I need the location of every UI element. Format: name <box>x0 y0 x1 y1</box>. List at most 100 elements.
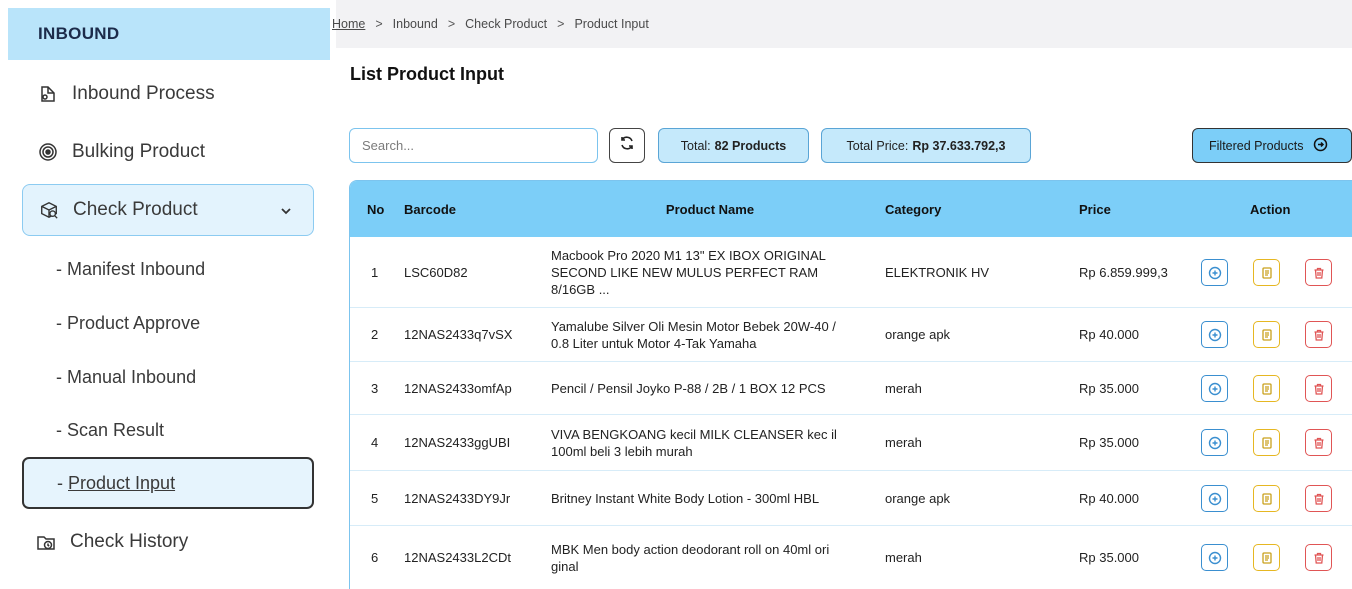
total-value: 82 Products <box>714 138 787 153</box>
cell-price: Rp 35.000 <box>1079 380 1139 396</box>
cell-price: Rp 35.000 <box>1079 550 1139 565</box>
document-icon <box>1260 492 1274 506</box>
column-header-product-name: Product Name <box>665 201 755 217</box>
detail-button[interactable] <box>1253 544 1280 571</box>
arrow-right-circle-icon <box>1313 137 1328 155</box>
cell-barcode: 12NAS2433omfAp <box>404 380 512 396</box>
delete-button[interactable] <box>1305 259 1332 286</box>
cell-barcode: 12NAS2433ggUBI <box>404 435 511 450</box>
document-icon <box>1260 551 1274 565</box>
column-header-barcode: Barcode <box>404 201 457 217</box>
package-search-icon <box>39 200 59 220</box>
breadcrumb-home[interactable]: Home <box>332 17 365 31</box>
plus-circle-icon <box>1208 266 1222 280</box>
add-button[interactable] <box>1201 485 1228 512</box>
sidebar-item-check-product[interactable]: Check Product <box>22 184 314 236</box>
sidebar-subitem-prefix: - <box>57 472 68 493</box>
detail-button[interactable] <box>1253 321 1280 348</box>
total-price-value: Rp 37.633.792,3 <box>912 138 1006 153</box>
detail-button[interactable] <box>1253 375 1280 402</box>
breadcrumb: Home > Inbound > Check Product > Product… <box>332 0 1352 48</box>
sidebar-header: INBOUND <box>8 8 330 60</box>
cell-product-name: Pencil / Pensil Joyko P-88 / 2B / 1 BOX … <box>551 380 826 396</box>
table-row: 2 12NAS2433q7vSX Yamalube Silver Oli Mesin… <box>350 308 1352 362</box>
add-button[interactable] <box>1201 429 1228 456</box>
add-button[interactable] <box>1201 259 1228 286</box>
sidebar-item-label: Check Product <box>73 199 198 220</box>
document-icon <box>1260 266 1274 280</box>
delete-button[interactable] <box>1305 321 1332 348</box>
cell-category: merah <box>885 380 922 396</box>
cell-product-name: VIVA BENGKOANG kecil MILK CLEANSER kec i… <box>551 426 837 459</box>
sidebar-subitem-manifest-inbound[interactable]: - Manifest Inbound <box>22 244 314 294</box>
cell-price: Rp 6.859.999,3 <box>1079 264 1168 280</box>
sidebar-subitem-scan-result[interactable]: - Scan Result <box>22 405 314 455</box>
add-button[interactable] <box>1201 321 1228 348</box>
plus-circle-icon <box>1208 436 1222 450</box>
delete-button[interactable] <box>1305 429 1332 456</box>
page-title: List Product Input <box>350 64 504 84</box>
refresh-button[interactable] <box>609 128 645 163</box>
sidebar-subitem-manual-inbound[interactable]: - Manual Inbound <box>22 352 314 402</box>
column-header-category: Category <box>885 201 942 217</box>
cell-barcode: 12NAS2433q7vSX <box>404 327 513 342</box>
breadcrumb-item-current: Product Input <box>574 17 649 31</box>
plus-circle-icon <box>1208 382 1222 396</box>
sidebar-subitem-label: - Product Approve <box>56 312 201 333</box>
cell-product-name: Macbook Pro 2020 M1 13" EX IBOX ORIGINAL… <box>551 247 826 297</box>
sidebar: INBOUND Inbound Process Bulking Product … <box>0 0 330 589</box>
cell-no: 5 <box>371 490 379 506</box>
cell-barcode: LSC60D82 <box>404 264 468 280</box>
sidebar-subitem-label: Product Input <box>68 472 176 493</box>
search-input[interactable] <box>349 128 598 163</box>
delete-button[interactable] <box>1305 485 1332 512</box>
cell-barcode: 12NAS2433L2CDt <box>404 550 511 565</box>
sidebar-subitem-product-input[interactable]: - Product Input <box>22 457 314 509</box>
delete-button[interactable] <box>1305 544 1332 571</box>
cell-category: merah <box>885 550 922 565</box>
trash-icon <box>1312 328 1326 342</box>
total-price-badge: Total Price: Rp 37.633.792,3 <box>821 128 1031 163</box>
cell-no: 2 <box>371 327 379 342</box>
breadcrumb-item[interactable]: Inbound <box>393 17 438 31</box>
sidebar-item-inbound-process[interactable]: Inbound Process <box>22 68 314 120</box>
trash-icon <box>1312 436 1326 450</box>
detail-button[interactable] <box>1253 485 1280 512</box>
total-label: Total: <box>680 138 711 153</box>
column-header-price: Price <box>1079 201 1111 217</box>
plus-circle-icon <box>1208 328 1222 342</box>
document-icon <box>1260 436 1274 450</box>
table-row: 6 12NAS2433L2CDt MBK Men body action deodo… <box>350 526 1352 589</box>
cell-barcode: 12NAS2433DY9Jr <box>404 490 511 506</box>
sidebar-item-label: Check History <box>70 531 189 552</box>
detail-button[interactable] <box>1253 429 1280 456</box>
plus-circle-icon <box>1208 551 1222 565</box>
breadcrumb-separator: > <box>375 17 383 31</box>
cell-price: Rp 40.000 <box>1079 490 1139 506</box>
trash-icon <box>1312 492 1326 506</box>
filtered-products-label: Filtered Products <box>1209 138 1304 153</box>
chevron-down-icon[interactable] <box>279 202 293 224</box>
add-button[interactable] <box>1201 375 1228 402</box>
sidebar-subitem-product-approve[interactable]: - Product Approve <box>22 298 314 348</box>
breadcrumb-separator: > <box>447 17 456 31</box>
sidebar-item-check-history[interactable]: Check History <box>20 516 312 568</box>
table-row: 4 12NAS2433ggUBI VIVA BENGKOANG kecil MILK… <box>350 415 1352 471</box>
document-icon <box>1260 328 1274 342</box>
table-row: 1 LSC60D82 Macbook Pro 2020 M1 13" EX IBOX… <box>350 237 1352 308</box>
sidebar-item-bulking-product[interactable]: Bulking Product <box>22 126 314 178</box>
sidebar-subitem-label: - Manual Inbound <box>56 366 197 387</box>
delete-button[interactable] <box>1305 375 1332 402</box>
breadcrumb-item[interactable]: Check Product <box>465 17 547 31</box>
detail-button[interactable] <box>1253 259 1280 286</box>
trash-icon <box>1312 551 1326 565</box>
cell-category: orange apk <box>885 327 951 342</box>
total-products-badge: Total: 82 Products <box>658 128 809 163</box>
cell-price: Rp 40.000 <box>1079 327 1139 342</box>
add-button[interactable] <box>1201 544 1228 571</box>
refresh-icon <box>619 135 635 156</box>
filtered-products-button[interactable]: Filtered Products <box>1192 128 1352 163</box>
cell-no: 6 <box>371 550 379 565</box>
target-icon <box>38 142 58 162</box>
cell-no: 4 <box>371 435 379 450</box>
